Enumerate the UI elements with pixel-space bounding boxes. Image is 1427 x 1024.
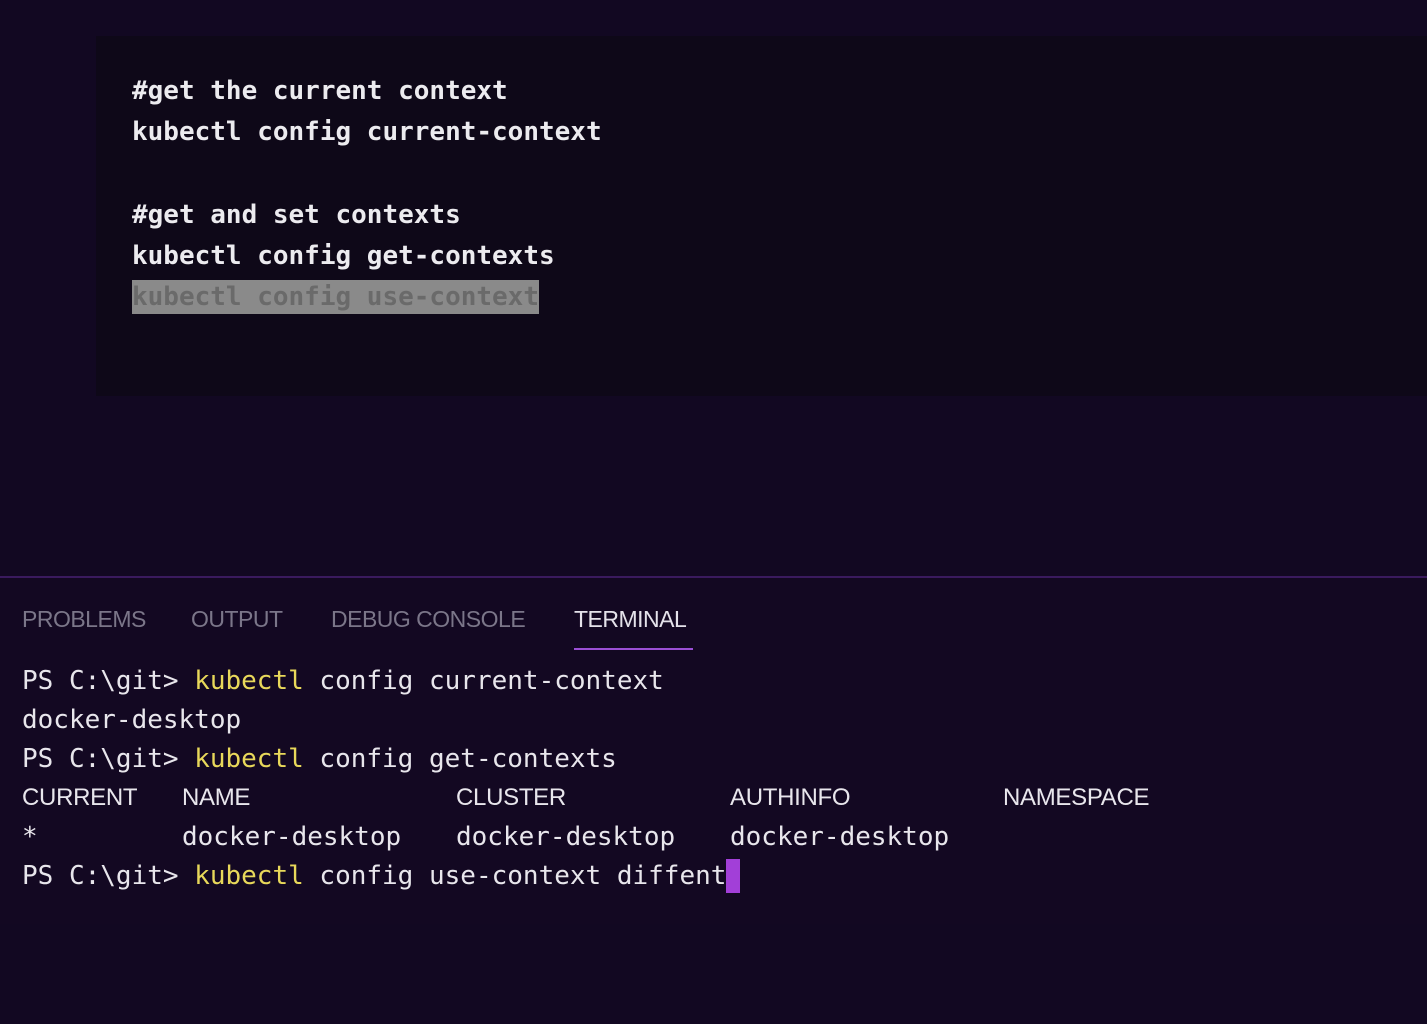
row-current-marker: * <box>22 822 38 852</box>
row-authinfo: docker-desktop <box>730 822 950 852</box>
bottom-panel: PROBLEMS OUTPUT DEBUG CONSOLE TERMINAL P… <box>0 578 1427 924</box>
active-tab-indicator <box>574 648 693 650</box>
header-name: NAME <box>182 784 251 811</box>
header-namespace: NAMESPACE <box>1003 784 1150 811</box>
code-line-get-contexts[interactable]: kubectl config get-contexts <box>132 239 555 273</box>
terminal-command: config current-context <box>303 666 664 696</box>
code-line-comment-contexts[interactable]: #get and set contexts <box>132 198 461 232</box>
code-line-current-context[interactable]: kubectl config current-context <box>132 115 602 149</box>
terminal-keyword: kubectl <box>194 744 304 774</box>
code-line-use-context-selected[interactable]: kubectl config use-context <box>132 280 539 314</box>
terminal-prompt: PS C:\git> <box>22 666 195 696</box>
header-cluster: CLUSTER <box>456 784 566 811</box>
terminal-prompt: PS C:\git> <box>22 861 195 891</box>
terminal-keyword: kubectl <box>194 666 304 696</box>
contexts-table-row[interactable]: * docker-desktop docker-desktop docker-d… <box>22 820 1222 854</box>
terminal-input[interactable]: config use-context diffent <box>304 861 726 891</box>
contexts-table-header[interactable]: CURRENT NAME CLUSTER AUTHINFO NAMESPACE <box>22 781 1222 815</box>
terminal-keyword: kubectl <box>194 861 304 891</box>
header-authinfo: AUTHINFO <box>730 784 851 811</box>
editor-area[interactable]: #get the current context kubectl config … <box>0 0 1427 576</box>
tab-output[interactable]: OUTPUT <box>191 606 283 633</box>
terminal-cursor <box>726 859 741 893</box>
tab-terminal[interactable]: TERMINAL <box>574 606 687 633</box>
tab-problems[interactable]: PROBLEMS <box>22 606 146 633</box>
row-name: docker-desktop <box>182 822 402 852</box>
terminal-prompt: PS C:\git> <box>22 744 195 774</box>
terminal-line-cmd1[interactable]: PS C:\git> kubectl config current-contex… <box>22 664 664 698</box>
code-line-comment-current[interactable]: #get the current context <box>132 74 508 108</box>
tab-debug-console[interactable]: DEBUG CONSOLE <box>331 606 526 633</box>
terminal-output-line[interactable]: docker-desktop <box>22 703 241 737</box>
header-current: CURRENT <box>22 784 138 811</box>
row-cluster: docker-desktop <box>456 822 676 852</box>
terminal-line-cmd3[interactable]: PS C:\git> kubectl config use-context di… <box>22 859 741 893</box>
terminal-line-cmd2[interactable]: PS C:\git> kubectl config get-contexts <box>22 742 617 776</box>
terminal-command: config get-contexts <box>303 744 617 774</box>
